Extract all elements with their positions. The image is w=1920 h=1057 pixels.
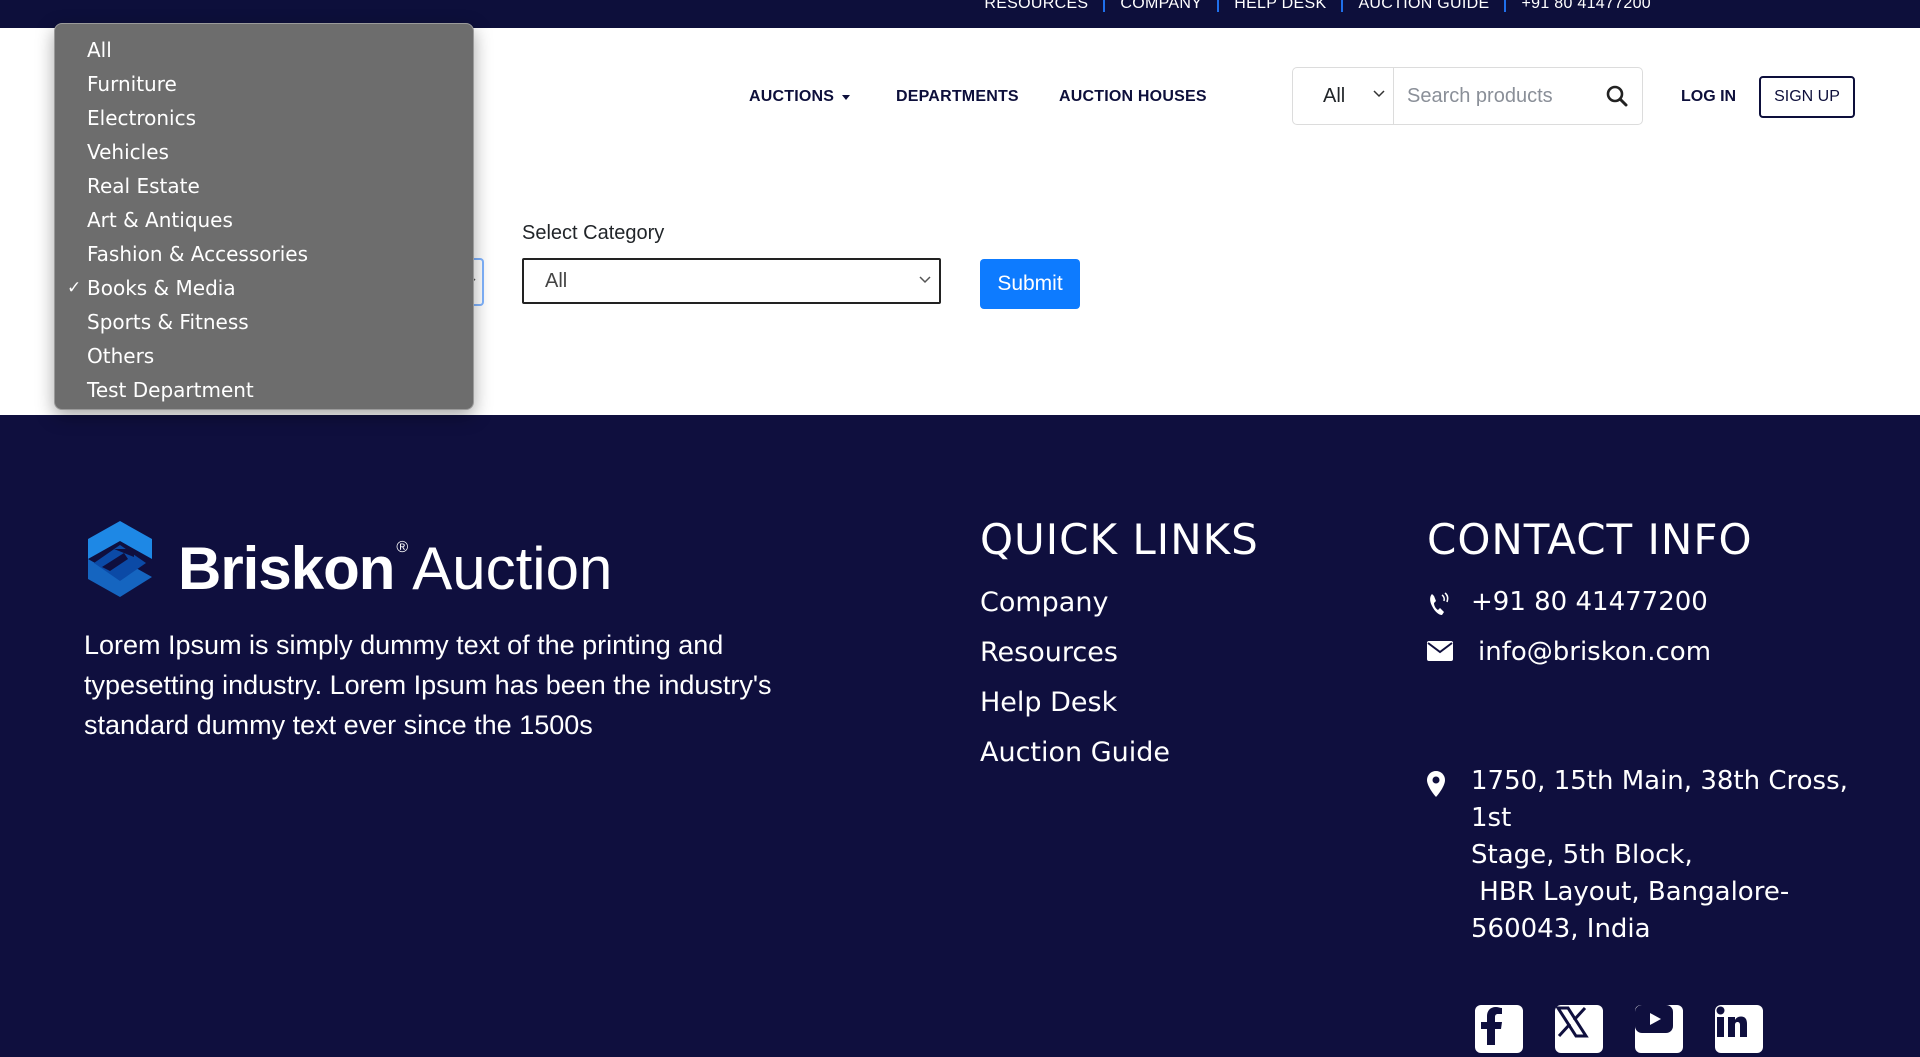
top-link-resources[interactable]: RESOURCES [969, 0, 1103, 12]
top-link-help-desk[interactable]: HELP DESK [1217, 0, 1341, 12]
top-link-phone[interactable]: +91 80 41477200 [1504, 0, 1666, 12]
checkmark-icon: ✓ [67, 278, 82, 298]
department-dropdown-menu: All Furniture Electronics Vehicles Real … [54, 23, 474, 410]
envelope-icon [1427, 637, 1478, 661]
dropdown-option-label: Books & Media [87, 276, 236, 300]
dropdown-option-others[interactable]: Others [55, 339, 473, 373]
address-line: 1st [1471, 803, 1512, 833]
login-link[interactable]: LOG IN [1681, 88, 1736, 106]
dropdown-option-furniture[interactable]: Furniture [55, 67, 473, 101]
nav-auctions-label: AUCTIONS [749, 88, 835, 105]
dropdown-option-books-media[interactable]: ✓ Books & Media [55, 271, 473, 305]
address-line: 1750, 15th Main, 38th Cross, [1471, 766, 1848, 796]
search-category-select[interactable]: All [1293, 68, 1394, 124]
quick-link-help-desk[interactable]: Help Desk [980, 687, 1117, 718]
briskon-logo[interactable]: Briskon ® Auction [84, 519, 612, 599]
submit-button[interactable]: Submit [980, 259, 1080, 309]
quick-link-resources[interactable]: Resources [980, 637, 1118, 668]
facebook-icon[interactable] [1475, 1005, 1523, 1053]
top-link-auction-guide[interactable]: AUCTION GUIDE [1341, 0, 1504, 12]
signup-button[interactable]: SIGN UP [1759, 76, 1855, 118]
map-pin-icon [1427, 763, 1471, 797]
contact-email[interactable]: info@briskon.com [1427, 637, 1711, 667]
contact-address-text: 1750, 15th Main, 38th Cross, 1st Stage, … [1471, 763, 1848, 948]
contact-address: 1750, 15th Main, 38th Cross, 1st Stage, … [1427, 763, 1848, 948]
dropdown-option-art-antiques[interactable]: Art & Antiques [55, 203, 473, 237]
dropdown-option-vehicles[interactable]: Vehicles [55, 135, 473, 169]
chevron-down-icon [919, 276, 931, 284]
linkedin-icon[interactable] [1715, 1005, 1763, 1053]
search-category-value: All [1323, 84, 1346, 107]
contact-info-heading: CONTACT INFO [1427, 515, 1753, 564]
quick-link-auction-guide[interactable]: Auction Guide [980, 737, 1170, 768]
address-line: HBR Layout, Bangalore- [1471, 877, 1790, 907]
address-line: 560043, India [1471, 914, 1651, 944]
contact-phone-text: +91 80 41477200 [1471, 587, 1708, 617]
search-icon[interactable] [1606, 85, 1628, 107]
site-footer: Briskon ® Auction Lorem Ipsum is simply … [0, 415, 1920, 1057]
phone-icon [1427, 587, 1471, 617]
top-links: RESOURCES COMPANY HELP DESK AUCTION GUID… [969, 0, 1666, 14]
category-label: Select Category [522, 222, 665, 244]
logo-registered-mark: ® [396, 539, 409, 556]
briskon-logo-icon [88, 521, 152, 597]
dropdown-option-electronics[interactable]: Electronics [55, 101, 473, 135]
logo-brand: Briskon [178, 535, 395, 602]
contact-phone[interactable]: +91 80 41477200 [1427, 587, 1708, 617]
nav-auction-houses[interactable]: AUCTION HOUSES [1059, 88, 1207, 106]
search-bar: All Search products [1292, 67, 1643, 125]
caret-down-icon [842, 94, 851, 100]
chevron-down-icon [1373, 90, 1385, 98]
dropdown-option-all[interactable]: All [55, 33, 473, 67]
dropdown-option-test-department[interactable]: Test Department [55, 373, 473, 407]
top-link-company[interactable]: COMPANY [1103, 0, 1217, 12]
nav-departments[interactable]: DEPARTMENTS [896, 88, 1019, 106]
dropdown-option-fashion-accessories[interactable]: Fashion & Accessories [55, 237, 473, 271]
contact-email-text: info@briskon.com [1478, 637, 1712, 667]
dropdown-option-real-estate[interactable]: Real Estate [55, 169, 473, 203]
x-twitter-icon[interactable] [1555, 1005, 1603, 1053]
category-select-value: All [545, 269, 568, 292]
search-placeholder: Search products [1407, 84, 1553, 107]
youtube-icon[interactable] [1635, 1005, 1683, 1053]
quick-link-company[interactable]: Company [980, 587, 1108, 618]
footer-about-text: Lorem Ipsum is simply dummy text of the … [84, 630, 772, 740]
address-line: Stage, 5th Block, [1471, 840, 1693, 870]
dropdown-option-sports-fitness[interactable]: Sports & Fitness [55, 305, 473, 339]
category-select[interactable]: All [522, 258, 941, 304]
nav-auctions[interactable]: AUCTIONS [749, 88, 851, 106]
logo-suffix: Auction [412, 535, 613, 602]
logo-wordmark: Briskon ® Auction [178, 539, 612, 599]
quick-links-heading: QUICK LINKS [980, 515, 1259, 564]
search-input[interactable]: Search products [1394, 68, 1642, 124]
